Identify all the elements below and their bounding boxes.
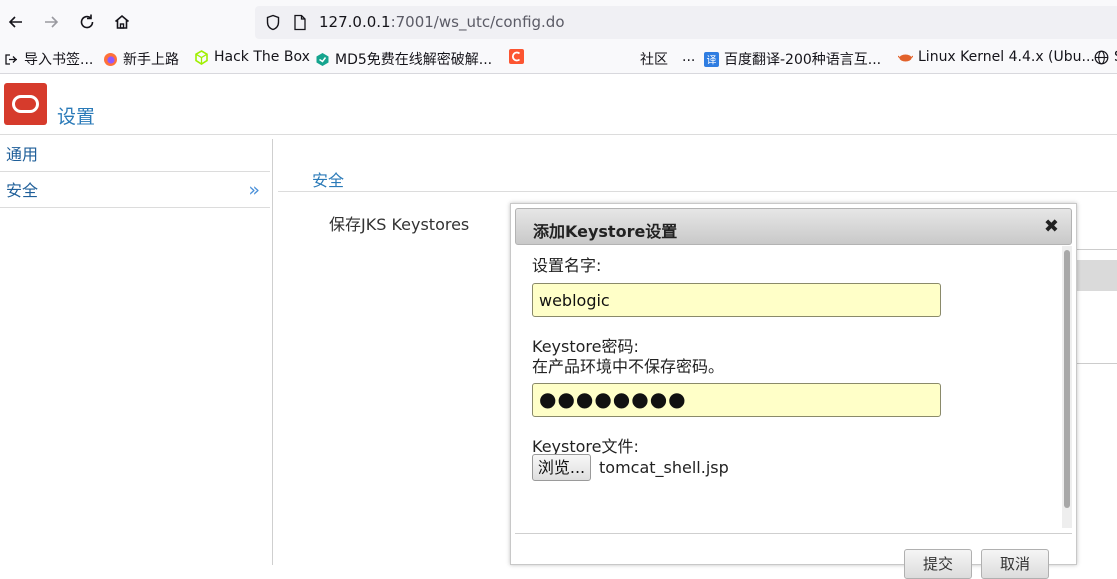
bookmark-s[interactable]: S [1094,49,1117,65]
sidebar-item-label: 安全 [6,181,39,200]
double-chevron-right-icon: » [248,179,260,201]
bookmark-label: 新手上路 [123,52,179,68]
reload-icon[interactable] [73,8,101,36]
browse-button[interactable]: 浏览... [532,454,591,481]
bookmark-import[interactable]: 导入书签... [4,49,93,69]
url-text[interactable]: 127.0.0.1:7001/ws_utc/config.do [319,13,565,31]
password-label: Keystore密码: [532,337,639,356]
section-divider [278,191,1117,192]
sidebar-item-label: 通用 [6,145,39,164]
browser-toolbar: 127.0.0.1:7001/ws_utc/config.do [0,0,1117,44]
page-content: 设置 通用 安全 » 安全 保存JKS Keystores 添加Keystore… [0,75,1117,579]
dialog-title: 添加Keystore设置 [533,222,678,241]
bookmarks-bar: 导入书签... 新手上路 Hack The Box MD5免费在线解密破解...… [0,44,1117,74]
scrollbar-thumb[interactable] [1064,250,1070,508]
bookmark-linux-kernel[interactable]: Linux Kernel 4.4.x (Ubu... [898,49,1095,65]
c-logo-icon [509,49,524,64]
home-icon[interactable] [108,8,136,36]
bookmark-label: ... [682,49,696,65]
submit-button[interactable]: 提交 [904,549,972,579]
password-hint: 在产品环境中不保存密码。 [532,357,725,376]
bookmark-more[interactable]: ... [682,49,695,65]
back-icon[interactable] [2,8,30,36]
password-mask: ●●●●●●●● [539,387,687,411]
sidebar-divider [272,139,273,565]
firefox-icon [104,52,117,66]
name-input[interactable] [532,283,941,317]
close-icon[interactable]: ✖ [1044,216,1059,237]
bookmark-getting-started[interactable]: 新手上路 [103,49,179,69]
sidebar-item-general[interactable]: 通用 [0,137,270,172]
oracle-logo [4,83,47,125]
bookmark-label: Linux Kernel 4.4.x (Ubu... [918,49,1095,65]
shield-icon[interactable] [265,14,281,35]
dialog-scrollbar[interactable] [1062,246,1072,528]
password-input[interactable]: ●●●●●●●● [532,383,941,417]
page-icon [293,14,307,35]
cancel-button[interactable]: 取消 [981,549,1049,579]
page-title: 设置 [57,106,96,128]
name-label: 设置名字: [532,256,602,275]
dialog-header[interactable]: 添加Keystore设置 ✖ [515,208,1072,245]
jks-keystores-label: 保存JKS Keystores [329,215,470,234]
bookmark-label: MD5免费在线解密破解... [335,52,493,68]
import-icon [5,53,17,65]
bookmark-label: 百度翻译-200种语言互... [724,52,882,68]
bookmark-baidu-translate[interactable]: 译 百度翻译-200种语言互... [704,49,881,69]
exploit-db-icon [898,54,913,61]
md5-icon [316,52,329,66]
sidebar: 通用 安全 » [0,135,272,565]
hackthebox-icon [195,49,208,65]
dialog-footer-divider [515,533,1072,534]
address-bar[interactable]: 127.0.0.1:7001/ws_utc/config.do [255,6,1117,39]
svg-text:译: 译 [707,54,717,66]
bookmark-community[interactable]: 社区 [640,49,668,69]
bookmark-c[interactable] [509,49,529,64]
selected-file-name: tomcat_shell.jsp [599,458,729,477]
bookmark-label: 导入书签... [24,52,94,68]
bookmark-label: Hack The Box [214,49,310,65]
sidebar-item-security[interactable]: 安全 » [0,173,270,208]
forward-icon[interactable] [37,8,65,36]
add-keystore-dialog: 添加Keystore设置 ✖ 设置名字: Keystore密码: 在产品环境中不… [510,203,1077,579]
section-title: 安全 [312,171,345,190]
bookmark-md5[interactable]: MD5免费在线解密破解... [315,49,492,69]
bookmark-hackthebox[interactable]: Hack The Box [194,49,310,65]
url-host: 127.0.0.1 [319,13,391,31]
bookmark-label: 社区 [640,52,668,68]
translate-icon: 译 [704,51,719,67]
url-path: :7001/ws_utc/config.do [390,13,565,31]
globe-icon [1094,50,1109,64]
